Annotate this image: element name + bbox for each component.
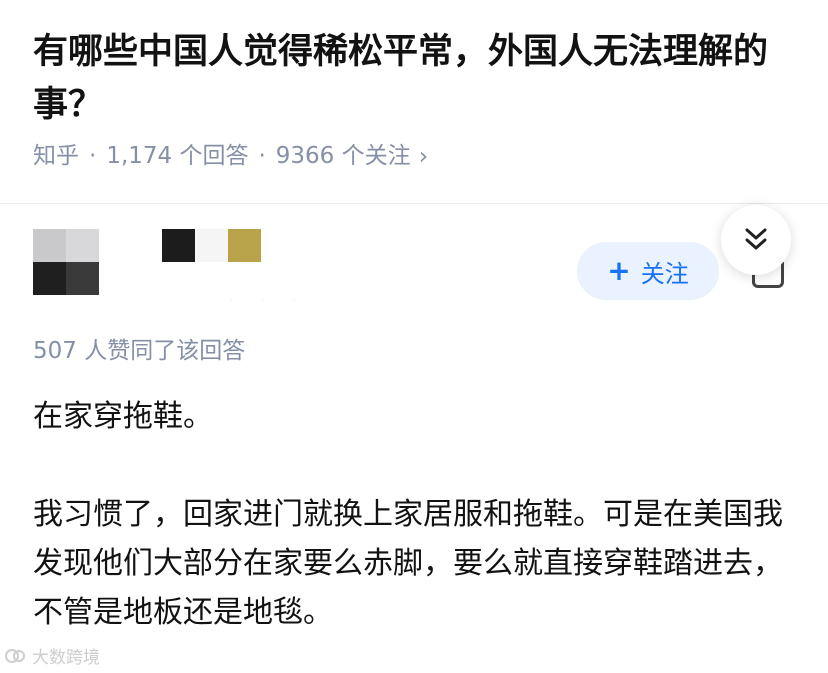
zhihu-answer-page: 有哪些中国人觉得稀松平常，外国人无法理解的事？ 知乎 · 1,174 个回答 ·… [0,0,828,673]
watermark-logo-icon [5,648,25,663]
follow-label: 关注 [640,259,689,288]
meta-separator: · [258,143,266,169]
question-title[interactable]: 有哪些中国人觉得稀松平常，外国人无法理解的事？ [33,26,803,132]
answer-count: 1,174 个回答 [106,143,249,169]
double-chevron-down-icon [745,228,767,250]
question-meta[interactable]: 知乎 · 1,174 个回答 · 9366 个关注 › [33,139,428,173]
answer-paragraph: 我习惯了，回家进门就换上家居服和拖鞋。可是在美国我发现他们大部分在家要么赤脚，要… [33,497,783,630]
vote-count: 507 人赞同了该回答 [33,338,246,364]
follow-button[interactable]: + 关注 [577,242,719,300]
source-label: 知乎 [33,143,79,169]
author-name-redacted[interactable] [162,229,262,262]
follower-count: 9366 个关注 [275,143,411,169]
divider [0,203,828,204]
chevron-right-icon: › [418,142,429,170]
collapse-button[interactable] [721,205,791,275]
meta-separator: · [89,143,97,169]
plus-icon: + [607,254,631,287]
avatar[interactable] [33,229,99,295]
watermark: 大数跨境 [4,643,100,668]
author-headline-redacted: ··· [230,296,324,307]
answer-body: 在家穿拖鞋。 我习惯了，回家进门就换上家居服和拖鞋。可是在美国我发现他们大部分在… [33,392,803,637]
watermark-text: 大数跨境 [32,648,100,668]
answer-paragraph: 在家穿拖鞋。 [33,399,213,434]
